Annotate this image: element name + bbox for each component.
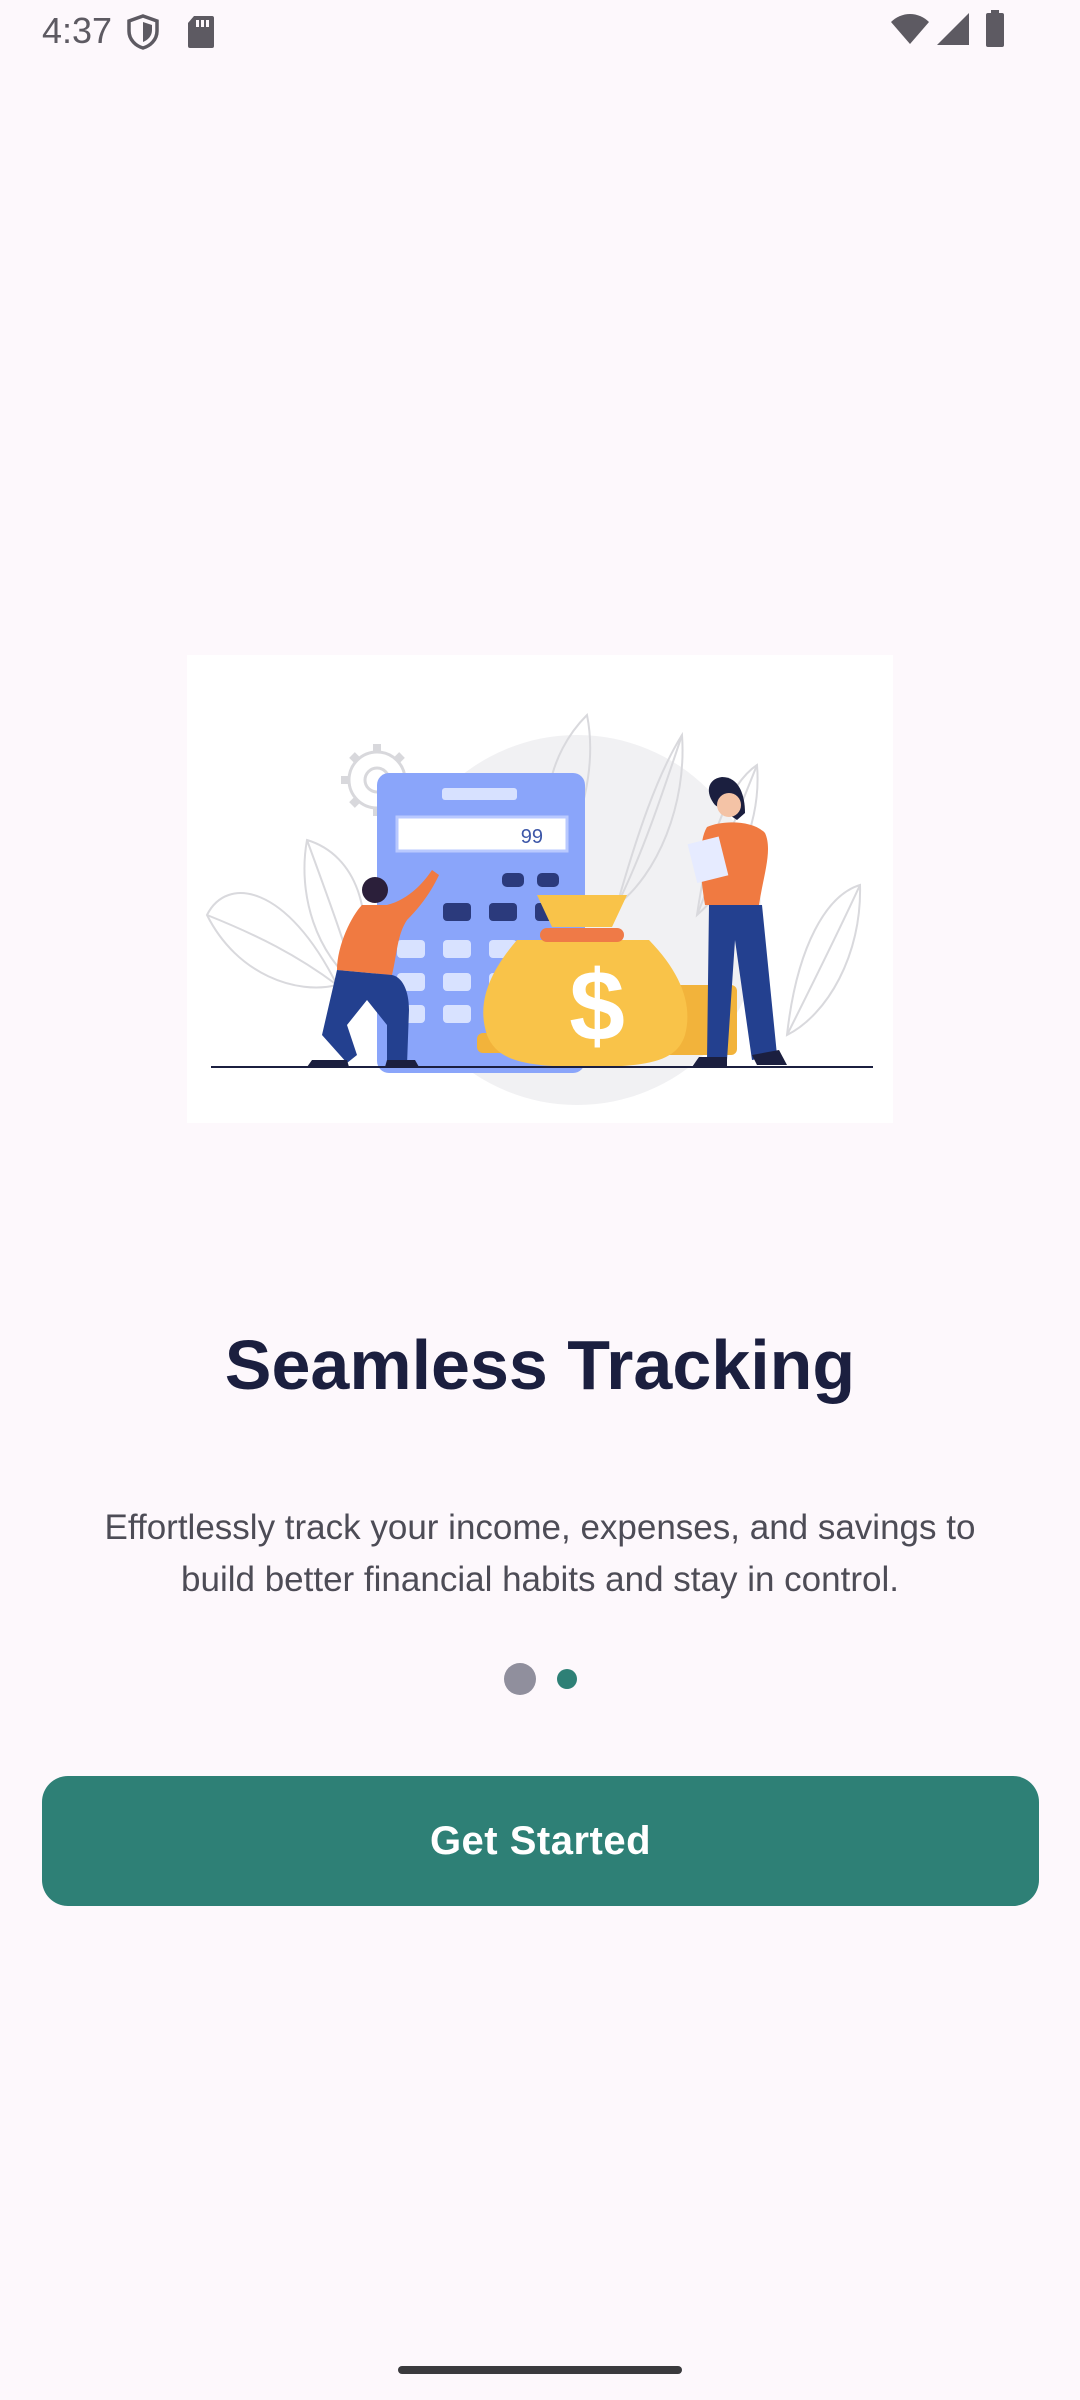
battery-icon [986,10,1004,47]
page-title: Seamless Tracking [224,1326,856,1404]
sd-card-icon [188,16,214,48]
home-gesture-bar[interactable] [398,2366,682,2374]
status-bar: 4:37 [0,0,1080,64]
svg-text:$: $ [569,950,625,1062]
page-dot-2-active[interactable] [557,1669,577,1689]
status-time: 4:37 [42,10,113,51]
page-indicator [0,1662,1080,1696]
wifi-icon [891,14,929,44]
shield-icon [127,14,159,50]
calculator-display: 99 [521,826,543,848]
finance-tracking-illustration: 99 $ [187,655,893,1123]
cellular-signal-icon [937,13,969,45]
page-dot-1[interactable] [504,1663,536,1695]
get-started-button[interactable]: Get Started [42,1776,1039,1906]
page-description: Effortlessly track your income, expenses… [104,1508,976,1599]
